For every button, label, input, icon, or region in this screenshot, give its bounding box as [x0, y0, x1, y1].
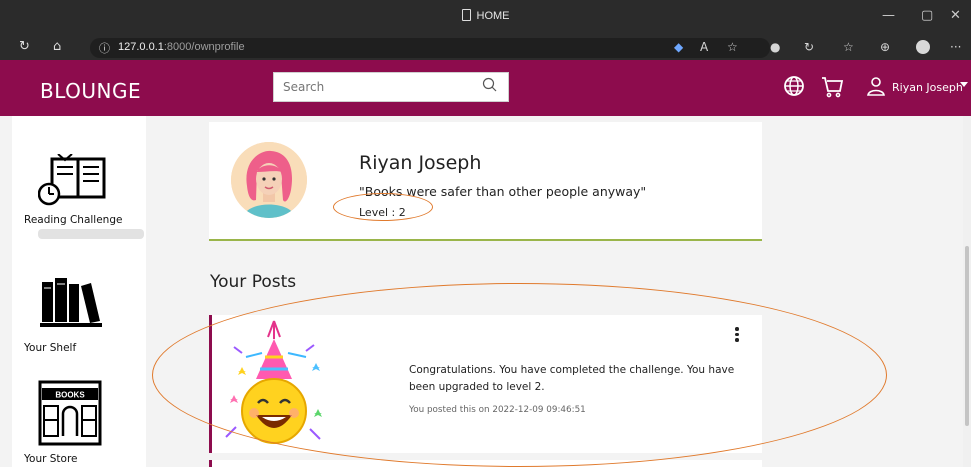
- store-sign-text: BOOKS: [55, 391, 85, 400]
- extension-icon[interactable]: ↻: [804, 40, 814, 54]
- sidebar-item-label: Reading Challenge: [24, 214, 123, 226]
- restore-icon[interactable]: ▢: [921, 8, 933, 23]
- page-scrollbar[interactable]: [963, 116, 971, 467]
- avatar-illustration: [231, 142, 307, 218]
- brand-logo[interactable]: BLOUNGE: [40, 79, 141, 103]
- minimize-icon[interactable]: —: [882, 8, 895, 23]
- challenge-progress-bar: [38, 229, 144, 239]
- close-icon[interactable]: ✕: [950, 8, 961, 23]
- browser-profile-icon[interactable]: [916, 40, 930, 54]
- read-aloud-icon[interactable]: A: [700, 40, 708, 54]
- sidebar: Reading Challenge Your Shelf BOOKS Your …: [12, 116, 146, 467]
- tab-title: HOME: [476, 10, 510, 22]
- browser-titlebar: HOME — ▢ ✕: [0, 0, 971, 36]
- post-menu-icon[interactable]: [734, 327, 740, 345]
- url-host: 127.0.0.1: [118, 41, 164, 53]
- cart-icon[interactable]: [820, 75, 844, 99]
- bookshelf-icon: [40, 278, 102, 327]
- url-field[interactable]: ⓘ 127.0.0.1:8000/ownprofile: [90, 38, 770, 58]
- post-text: Congratulations. You have completed the …: [409, 364, 735, 393]
- collections-icon[interactable]: ⊕: [880, 40, 890, 54]
- avatar: [231, 142, 307, 218]
- sidebar-item-label: Your Shelf: [24, 342, 77, 354]
- post-timestamp: You posted this on 2022-12-09 09:46:51: [409, 405, 586, 415]
- bookstore-icon: BOOKS: [38, 380, 102, 446]
- refresh-icon[interactable]: ↻: [19, 39, 30, 54]
- profile-quote: "Books were safer than other people anyw…: [359, 184, 647, 199]
- page-icon: [461, 9, 471, 21]
- search-icon[interactable]: [482, 77, 498, 95]
- shield-icon[interactable]: ●: [770, 40, 780, 54]
- tag-icon[interactable]: ◆: [674, 40, 683, 54]
- book-clock-icon: [38, 154, 106, 206]
- sidebar-item-reading-challenge[interactable]: Reading Challenge: [12, 116, 146, 246]
- url-path: :8000/ownprofile: [163, 41, 245, 53]
- info-icon[interactable]: ⓘ: [99, 40, 110, 56]
- favorite-add-icon[interactable]: ☆: [727, 40, 738, 54]
- sidebar-item-your-store[interactable]: BOOKS Your Store: [12, 380, 146, 467]
- scrollbar-thumb[interactable]: [965, 246, 969, 426]
- posts-heading: Your Posts: [210, 272, 297, 292]
- user-menu-name[interactable]: Riyan Joseph: [892, 81, 963, 94]
- sidebar-item-label: Your Store: [24, 453, 78, 465]
- search-box: [273, 72, 509, 102]
- site-header: BLOUNGE Riyan Joseph: [0, 60, 971, 116]
- globe-icon[interactable]: [783, 75, 805, 97]
- chevron-down-icon[interactable]: [960, 82, 968, 87]
- profile-card: Riyan Joseph "Books were safer than othe…: [209, 122, 762, 241]
- favorites-icon[interactable]: ☆: [843, 40, 854, 54]
- profile-level: Level : 2: [359, 206, 406, 219]
- address-bar-row: ↻ ⌂ ⓘ 127.0.0.1:8000/ownprofile ◆ A ☆ ● …: [0, 36, 971, 60]
- profile-name: Riyan Joseph: [359, 152, 482, 174]
- home-icon[interactable]: ⌂: [53, 39, 61, 54]
- more-icon[interactable]: ···: [950, 40, 961, 54]
- party-emoji-icon: [216, 317, 332, 451]
- user-icon[interactable]: [866, 76, 886, 96]
- sidebar-item-your-shelf[interactable]: Your Shelf: [12, 266, 146, 366]
- search-input[interactable]: [274, 73, 474, 101]
- window-title: HOME: [0, 9, 971, 22]
- post-card: [209, 460, 762, 467]
- post-card: Congratulations. You have completed the …: [209, 315, 762, 453]
